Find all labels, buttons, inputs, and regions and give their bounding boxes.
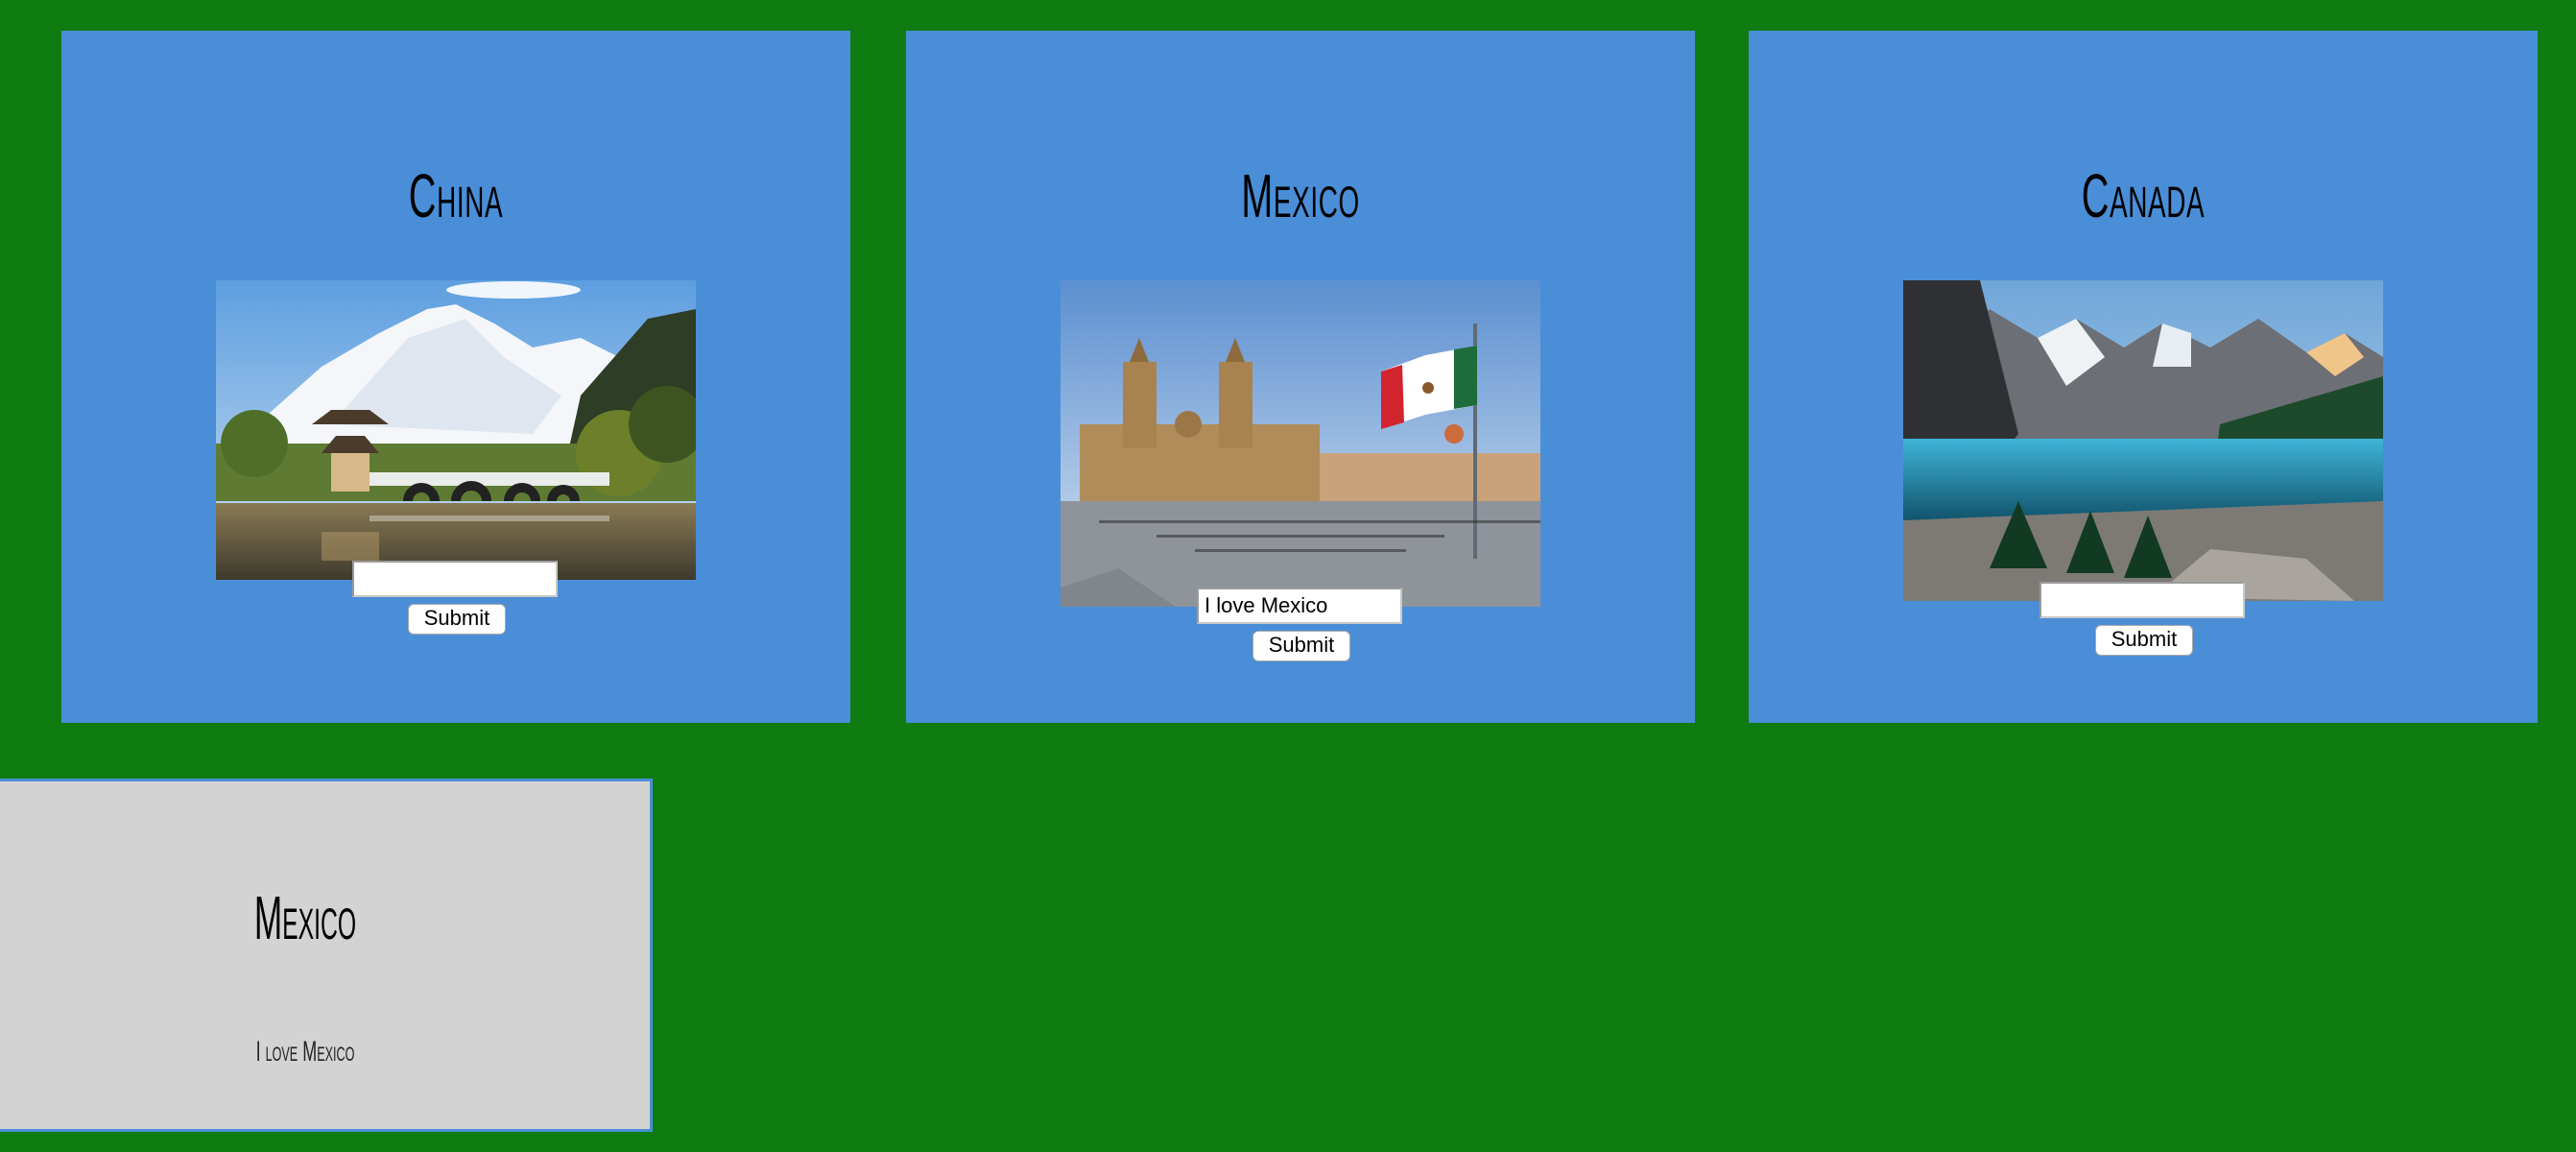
submit-button[interactable]: Submit [408,604,506,635]
china-landscape-photo [216,280,696,580]
submit-button[interactable]: Submit [1252,631,1350,661]
canada-lake-mountains-photo [1903,280,2383,601]
submitted-country-title: Mexico [253,883,357,952]
country-card-canada: Canada Submit [1749,31,2538,723]
country-title: China [408,161,504,230]
country-comment-input[interactable] [352,561,558,597]
country-comment-input[interactable] [2039,582,2245,618]
country-title: Mexico [1241,161,1360,230]
submit-button[interactable]: Submit [2095,625,2193,656]
country-card-china: China Submit [61,31,850,723]
country-card-mexico: Mexico I love Mexico Submit [906,31,1695,723]
submitted-comment-card: Mexico I love Mexico [0,779,653,1132]
submitted-comment-text: I love Mexico [255,1036,355,1068]
country-title: Canada [2081,161,2206,230]
mexico-city-plaza-photo [1061,280,1540,607]
country-comment-input[interactable] [1197,588,1402,624]
page-canvas: China Submit Mexico I love Mexico Submit… [0,0,2576,1152]
